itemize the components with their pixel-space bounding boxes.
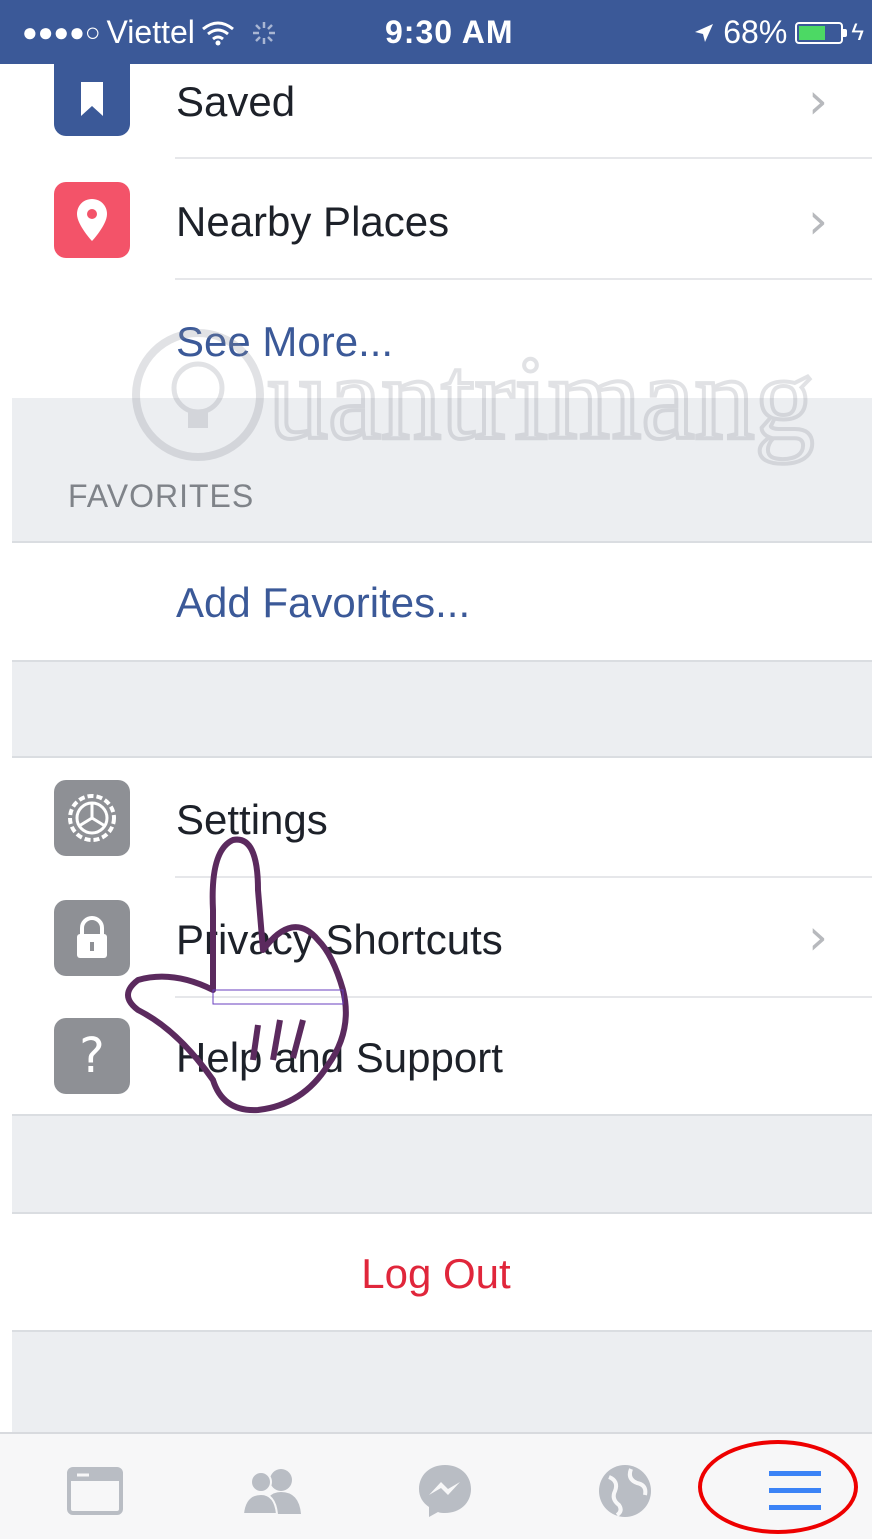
status-right: 68% ϟ <box>693 14 864 51</box>
divider <box>175 157 872 159</box>
tab-friends[interactable] <box>238 1456 308 1526</box>
status-bar: ●●●●○ Viettel 9:30 AM 68% ϟ <box>0 0 872 64</box>
add-favorites-link[interactable]: Add Favorites... <box>12 543 872 660</box>
section-spacer <box>12 660 872 758</box>
tab-messenger[interactable] <box>410 1456 480 1526</box>
menu-item-saved[interactable]: Saved › <box>12 64 872 158</box>
menu-item-nearby-places[interactable]: Nearby Places › <box>12 160 872 278</box>
status-left: ●●●●○ Viettel <box>22 14 277 51</box>
friends-icon <box>243 1469 301 1515</box>
signal-strength: ●●●●○ <box>22 17 101 47</box>
menu-item-label: Help and Support <box>176 1034 503 1081</box>
charging-icon: ϟ <box>851 18 864 46</box>
menu-item-settings[interactable]: Settings <box>12 758 872 876</box>
battery-icon <box>795 21 848 44</box>
question-icon: ? <box>54 1018 130 1094</box>
section-spacer <box>12 1114 872 1214</box>
chevron-right-icon: › <box>808 192 828 250</box>
news-feed-icon <box>67 1467 123 1515</box>
section-title: FAVORITES <box>68 478 255 514</box>
battery-percent: 68% <box>723 14 788 50</box>
wifi-icon <box>201 21 234 45</box>
globe-icon <box>599 1465 651 1517</box>
menu-item-help-support[interactable]: ? Help and Support <box>12 998 872 1114</box>
menu-item-label: Nearby Places <box>176 198 450 245</box>
carrier-name: Viettel <box>106 14 195 50</box>
add-favorites-label: Add Favorites... <box>176 579 471 626</box>
menu-item-label: Settings <box>176 796 328 843</box>
messenger-icon <box>419 1465 471 1517</box>
see-more-label: See More... <box>176 318 394 365</box>
location-arrow-icon <box>695 23 714 42</box>
lock-icon <box>54 900 130 976</box>
tab-notifications[interactable] <box>590 1456 660 1526</box>
battery-fill <box>799 25 826 40</box>
menu-item-label: Saved <box>176 78 296 125</box>
favorites-section-header: FAVORITES <box>12 398 872 542</box>
bookmark-icon <box>54 64 130 136</box>
logout-row[interactable]: Log Out <box>12 1214 872 1330</box>
see-more-link[interactable]: See More... <box>12 280 872 398</box>
loading-spinner-icon <box>252 21 275 44</box>
menu-item-privacy-shortcuts[interactable]: Privacy Shortcuts › <box>12 878 872 996</box>
logout-button[interactable]: Log Out <box>0 1250 872 1298</box>
chevron-right-icon: › <box>808 72 828 130</box>
menu-item-label: Privacy Shortcuts <box>176 916 503 963</box>
highlight-circle <box>698 1440 858 1534</box>
chevron-right-icon: › <box>808 908 828 966</box>
status-time: 9:30 AM <box>385 14 514 50</box>
section-spacer <box>12 1330 872 1432</box>
location-pin-icon <box>54 182 130 258</box>
tab-news-feed[interactable] <box>60 1456 130 1526</box>
gear-icon <box>54 780 130 856</box>
